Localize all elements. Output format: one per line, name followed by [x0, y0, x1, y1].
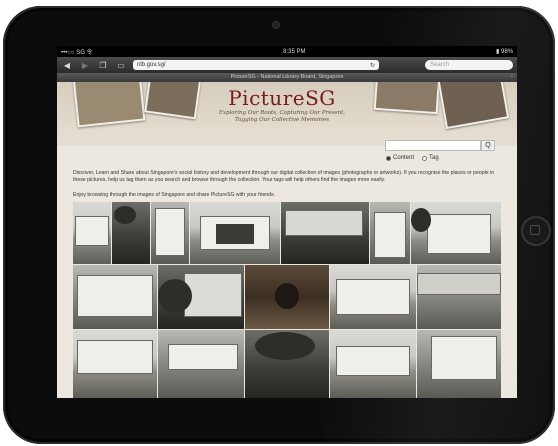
photo-tile[interactable] [330, 330, 416, 398]
radio-content-label: Content [393, 155, 415, 161]
photo-tile[interactable] [245, 330, 329, 398]
building-shape [155, 208, 185, 256]
photo-tile[interactable] [370, 202, 410, 264]
building-shape [285, 210, 363, 236]
photo-tile[interactable] [281, 202, 369, 264]
building-shape [336, 279, 410, 315]
building-shape [77, 340, 153, 374]
logo-tagline-2: Tagging Our Collective Memories [235, 117, 329, 123]
address-bar[interactable]: nlb.gov.sg/ ↻ [133, 60, 379, 70]
radio-content[interactable]: Content [386, 155, 414, 161]
photo-tile[interactable] [73, 265, 157, 329]
web-page: PictureSG Exploring Our Roots, Capturing… [57, 82, 517, 398]
radio-dot-icon [422, 155, 428, 161]
building-shape [77, 275, 153, 317]
building-shape [184, 273, 242, 317]
tree-shape [275, 283, 299, 309]
tree-shape [255, 332, 315, 360]
radio-tag[interactable]: Tag [422, 155, 439, 161]
page-title-bar: PictureSG - National Library Board, Sing… [57, 73, 517, 82]
banner-photo-right-2 [436, 82, 510, 130]
photo-tile[interactable] [411, 202, 501, 264]
building-shape [336, 346, 410, 376]
banner-photo-left [72, 82, 146, 128]
back-icon[interactable]: ◀ [61, 61, 73, 70]
logo-tagline-1: Exploring Our Roots, Capturing Our Prese… [218, 110, 346, 116]
photo-tile[interactable] [330, 265, 416, 329]
door-shape [216, 224, 254, 244]
photo-tile[interactable] [417, 265, 501, 329]
home-square-icon [530, 225, 540, 235]
banner-photo-left-2 [144, 82, 202, 120]
search-mode: Content Tag [386, 155, 439, 161]
url-text: nlb.gov.sg/ [137, 62, 166, 68]
battery-indicator: ▮ 98% [496, 49, 513, 55]
logo-title: PictureSG [228, 86, 336, 110]
photo-tile[interactable] [73, 202, 111, 264]
site-search: Q [385, 140, 495, 151]
tree-shape [158, 279, 192, 313]
status-bar: •••○○ SG 令 8:35 PM ▮ 98% [57, 46, 517, 57]
photo-tile[interactable] [112, 202, 150, 264]
enjoy-text: Enjoy browsing through the images of Sin… [73, 192, 276, 198]
browser-toolbar: ◀ ▶ ❐ ▭ nlb.gov.sg/ ↻ Search [57, 57, 517, 73]
photo-tile[interactable] [73, 330, 157, 398]
building-shape [427, 214, 491, 254]
reload-icon[interactable]: ↻ [370, 62, 375, 69]
site-logo[interactable]: PictureSG Exploring Our Roots, Capturing… [207, 86, 357, 124]
building-shape [75, 216, 109, 246]
building-shape [431, 336, 497, 380]
banner-photo-right [373, 82, 441, 115]
clock: 8:35 PM [283, 48, 306, 55]
tabs-icon[interactable]: ▭ [115, 61, 127, 70]
home-button[interactable] [523, 218, 549, 244]
forward-icon[interactable]: ▶ [79, 61, 91, 70]
tablet-screen: •••○○ SG 令 8:35 PM ▮ 98% ◀ ▶ ❐ ▭ nlb.gov… [57, 46, 517, 398]
photo-tile[interactable] [158, 330, 244, 398]
search-icon: Q [485, 142, 491, 149]
bookmarks-icon[interactable]: ❐ [97, 61, 109, 70]
tab-close-icon[interactable]: ▫ [511, 73, 513, 82]
carrier-text: •••○○ SG 令 [61, 50, 93, 56]
browser-search-input[interactable]: Search [425, 60, 513, 70]
radio-tag-label: Tag [429, 155, 439, 161]
photo-grid [73, 202, 501, 398]
tree-shape [114, 206, 136, 224]
radio-dot-icon [386, 155, 391, 161]
front-camera [273, 22, 279, 28]
tree-shape [411, 208, 431, 232]
photo-tile[interactable] [151, 202, 189, 264]
photo-tile[interactable] [245, 265, 329, 329]
site-search-input[interactable] [385, 140, 481, 151]
photo-tile[interactable] [190, 202, 280, 264]
photo-tile[interactable] [417, 330, 501, 398]
site-banner: PictureSG Exploring Our Roots, Capturing… [57, 82, 517, 146]
search-button[interactable]: Q [481, 140, 495, 151]
page-title: PictureSG - National Library Board, Sing… [230, 74, 344, 80]
photo-tile[interactable] [158, 265, 244, 329]
building-shape [374, 212, 406, 258]
building-shape [417, 273, 501, 295]
building-shape [168, 344, 238, 370]
intro-text: Discover, Learn and Share about Singapor… [73, 170, 495, 183]
